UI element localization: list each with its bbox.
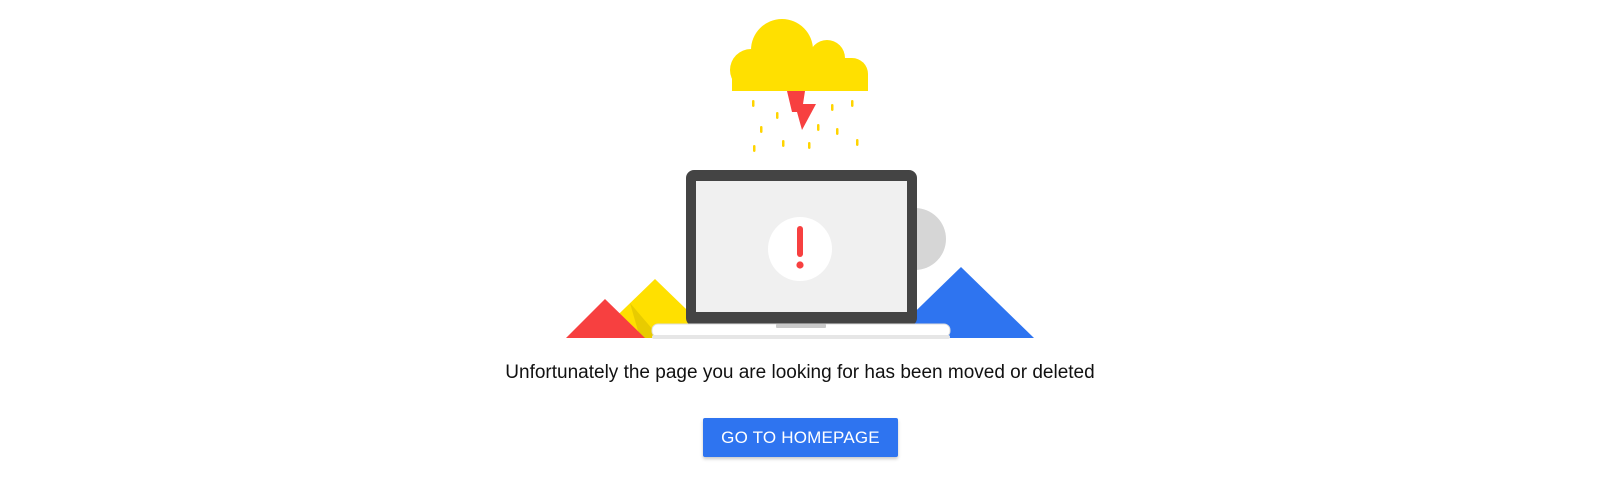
- error-message: Unfortunately the page you are looking f…: [505, 362, 1095, 383]
- error-illustration: [566, 19, 1034, 339]
- go-to-homepage-button[interactable]: GO TO HOMEPAGE: [703, 418, 898, 457]
- cloud-icon: [730, 19, 868, 91]
- error-page: Unfortunately the page you are looking f…: [0, 0, 1600, 488]
- exclamation-icon: [768, 217, 832, 281]
- lightning-bolt-icon: [787, 91, 816, 130]
